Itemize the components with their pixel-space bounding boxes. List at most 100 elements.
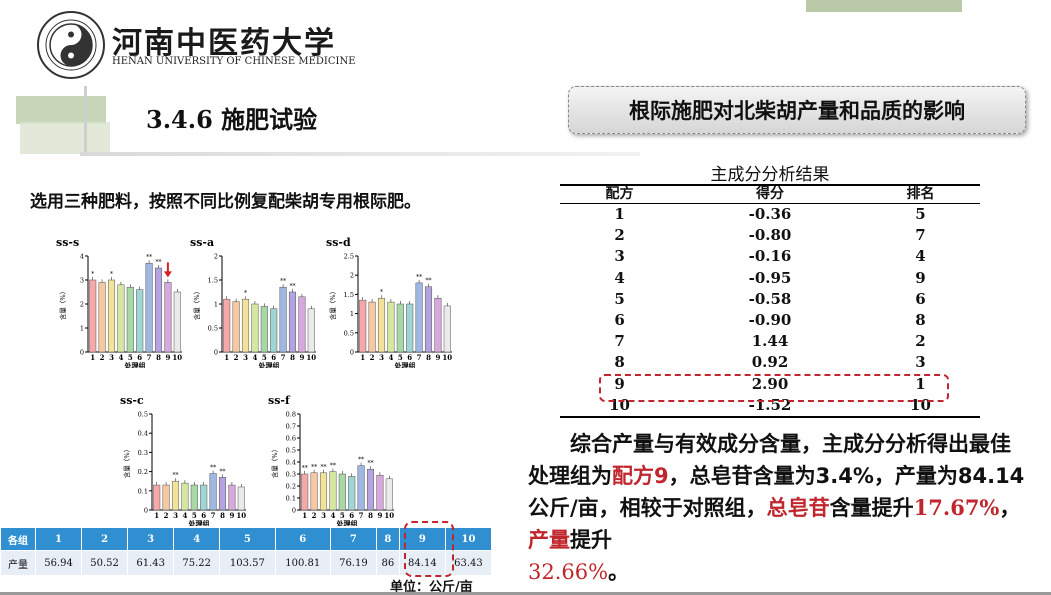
x-tick-label: 1 xyxy=(154,511,159,520)
pca-header-cell: 配方 xyxy=(560,184,680,204)
pca-cell: 6 xyxy=(915,289,926,308)
y-tick-label: 0.4 xyxy=(286,459,296,467)
x-tick-label: 8 xyxy=(290,353,295,362)
pca-row: 7 1.44 2 xyxy=(560,331,980,352)
pca-title: 主成分分析结果 xyxy=(710,165,830,185)
pca-cell: 5 xyxy=(614,289,625,308)
significance-label: ** xyxy=(321,464,327,471)
x-tick-label: 9 xyxy=(377,511,382,520)
x-axis-label: 处理组 xyxy=(394,361,416,368)
y-tick-label: 2 xyxy=(80,301,84,309)
x-tick-label: 8 xyxy=(368,511,373,520)
x-tick-label: 4 xyxy=(330,511,335,520)
bar xyxy=(228,484,236,511)
x-tick-label: 8 xyxy=(220,511,225,520)
y-tick-label: 0.2 xyxy=(138,468,148,476)
x-tick-label: 1 xyxy=(224,353,229,362)
bar xyxy=(209,473,217,511)
bar xyxy=(164,282,172,353)
bar-chart-ss-f: ss-f 0 0.1 0.2 0.3 0.4 0.5 0.6 0.7 0.8 含量（%） ** 1 ** 2… xyxy=(268,394,394,526)
x-tick-label: 4 xyxy=(388,353,393,362)
x-tick-label: 3 xyxy=(379,353,384,362)
bar xyxy=(443,305,451,353)
y-tick-label: 0 xyxy=(350,349,354,357)
bar xyxy=(301,473,309,511)
bar xyxy=(98,282,106,353)
bar-chart-ss-c: ss-c00.10.20.30.40.5含量（%）1 2**3 4 5 6**7**8 9… xyxy=(120,394,246,526)
yield-cell: 100.81 xyxy=(274,550,331,576)
y-tick-label: 0.4 xyxy=(138,430,148,438)
summary-part: 含量提升 xyxy=(829,496,914,520)
y-tick-label: 0 xyxy=(214,349,218,357)
pca-cell: 1.44 xyxy=(751,332,789,351)
significance-label: ** xyxy=(426,278,432,285)
y-tick-label: 0 xyxy=(292,507,296,515)
yield-cell: 76.19 xyxy=(329,550,377,576)
x-tick-label: 9 xyxy=(165,353,170,362)
bar xyxy=(154,267,163,353)
pca-cell: 3 xyxy=(614,247,625,266)
bar xyxy=(377,297,386,353)
x-tick-label: 1 xyxy=(360,353,365,362)
y-tick-label: 0.5 xyxy=(208,325,218,333)
bar xyxy=(270,308,278,353)
pca-cell: -0.90 xyxy=(748,311,792,330)
bar xyxy=(368,301,376,353)
pca-cell: 9 xyxy=(915,268,926,287)
pca-cell: 4 xyxy=(915,247,926,266)
section-title: 3.4.6 施肥试验 xyxy=(146,105,318,134)
y-tick-label: 0.5 xyxy=(344,329,354,337)
intro-text: 选用三种肥料，按照不同比例复配柴胡专用根际肥。 xyxy=(30,192,421,212)
significance-label: * xyxy=(110,271,113,278)
x-tick-label: 7 xyxy=(211,511,216,520)
significance-label: ** xyxy=(290,283,296,290)
bar xyxy=(348,476,356,511)
bar xyxy=(385,478,393,511)
x-tick-label: 3 xyxy=(173,511,178,520)
x-tick-label: 2 xyxy=(234,353,239,362)
bar xyxy=(218,477,227,511)
pca-row: 5 -0.58 6 xyxy=(560,289,980,310)
yield-row-label: 产量 xyxy=(0,550,36,576)
significance-label: ** xyxy=(220,468,226,475)
y-tick-label: 0.5 xyxy=(286,447,296,455)
bar xyxy=(298,296,306,353)
bar xyxy=(145,262,153,353)
pca-row: 2 -0.80 7 xyxy=(560,225,980,246)
yield-cell: 50.52 xyxy=(81,550,129,576)
bar xyxy=(190,484,198,511)
pca-header-cell: 排名 xyxy=(860,184,980,204)
y-tick-label: 0.2 xyxy=(286,483,296,491)
x-tick-label: 10 xyxy=(442,353,452,362)
bar xyxy=(173,291,181,353)
pca-cell: 3 xyxy=(915,353,926,372)
pca-row: 6 -0.90 8 xyxy=(560,310,980,331)
pca-cell: -0.58 xyxy=(748,289,792,308)
bar xyxy=(162,484,170,511)
x-tick-label: 2 xyxy=(312,511,317,520)
x-tick-label: 2 xyxy=(370,353,375,362)
bar xyxy=(279,286,287,353)
university-logo xyxy=(37,11,105,79)
pca-row: 1 -0.36 5 xyxy=(560,204,980,226)
y-tick-label: 2.5 xyxy=(344,253,354,261)
significance-label: ** xyxy=(173,472,179,479)
y-axis-label: 含量（%） xyxy=(270,446,279,478)
significance-label: ** xyxy=(368,460,374,467)
summary-highlight: 32.66% xyxy=(528,560,609,584)
x-tick-label: 10 xyxy=(306,353,316,362)
topic-box: 根际施肥对北柴胡产量和品质的影响 xyxy=(568,86,1026,134)
bar xyxy=(89,279,97,353)
x-tick-label: 4 xyxy=(252,353,257,362)
bar xyxy=(307,308,315,353)
significance-label: ** xyxy=(358,457,364,464)
summary-highlight: 总皂苷 xyxy=(766,496,830,520)
x-tick-label: 9 xyxy=(435,353,440,362)
bar xyxy=(200,484,208,511)
yield-header-cell: 1 xyxy=(34,527,83,551)
y-axis-label: 含量（%） xyxy=(122,446,131,478)
significance-label: ** xyxy=(311,464,317,471)
summary-part: 。 xyxy=(608,560,630,584)
bar xyxy=(117,284,125,353)
yield-cell: 61.43 xyxy=(127,550,175,576)
